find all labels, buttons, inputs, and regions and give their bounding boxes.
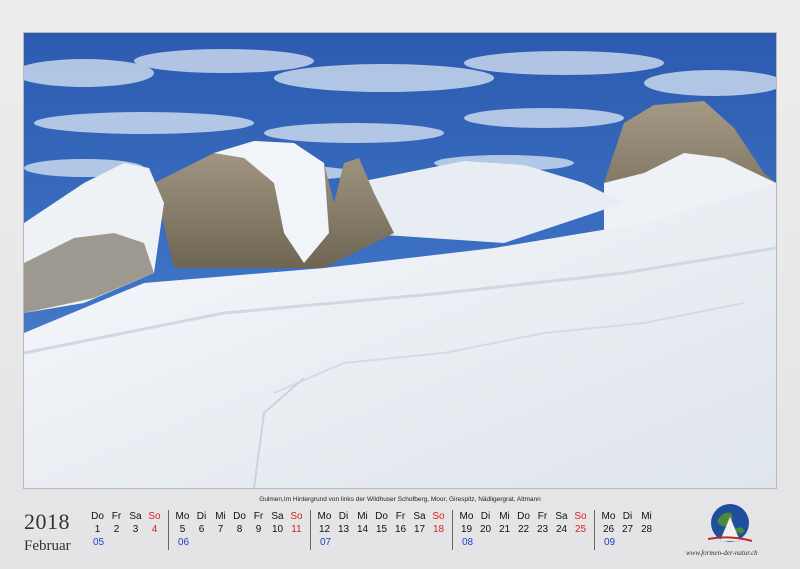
day-number: 13	[337, 524, 350, 535]
weekday-label: Mi	[215, 511, 226, 522]
week-number: 07	[320, 537, 332, 548]
landscape-photo	[24, 33, 776, 488]
day-number: 28	[640, 524, 653, 535]
day-number: 19	[460, 524, 473, 535]
day-number: 4	[151, 524, 158, 535]
weekday-label: Di	[196, 511, 207, 522]
day-number: 22	[517, 524, 530, 535]
weekday-label: Do	[517, 511, 530, 522]
globe-logo-icon	[705, 503, 755, 545]
weekday-label: Fr	[111, 511, 122, 522]
calendar-year: 2018	[24, 509, 70, 534]
weekday-label: Sa	[413, 511, 426, 522]
day-number: 17	[413, 524, 426, 535]
weekday-label: Sa	[271, 511, 284, 522]
day-number: 27	[621, 524, 634, 535]
weekday-label: Di	[622, 511, 633, 522]
calendar-week: Mo Di Mi Do Fr Sa So 5 6 7 8 9 10 11 06	[173, 510, 311, 550]
calendar-week: Mo Di Mi 26 27 28 09	[599, 510, 660, 550]
weekday-label: Mo	[601, 511, 616, 522]
day-number: 12	[318, 524, 331, 535]
day-number: 8	[236, 524, 243, 535]
weekday-label: So	[432, 511, 445, 522]
day-number: 24	[555, 524, 568, 535]
weekday-label: So	[290, 511, 303, 522]
day-number: 26	[602, 524, 615, 535]
day-number: 11	[291, 524, 302, 535]
calendar-week: Do Fr Sa So 1 2 3 4 05	[88, 510, 169, 550]
calendar-page: Gulmen,Im Hintergrund von links der Wild…	[0, 0, 800, 569]
calendar-week: Mo Di Mi Do Fr Sa So 19 20 21 22 23 24 25 08	[457, 510, 595, 550]
weekday-label: Mi	[499, 511, 510, 522]
calendar-week: Mo Di Mi Do Fr Sa So 12 13 14 15 16 17 18 07	[315, 510, 453, 550]
week-number: 06	[178, 537, 190, 548]
weekday-label: Mi	[357, 511, 368, 522]
weekday-label: Mo	[175, 511, 190, 522]
day-number: 15	[375, 524, 388, 535]
weekday-label: So	[148, 511, 161, 522]
week-number: 08	[462, 537, 474, 548]
weekday-label: Fr	[537, 511, 548, 522]
day-number: 14	[356, 524, 369, 535]
weekday-label: Mi	[641, 511, 652, 522]
weekday-label: Mo	[459, 511, 474, 522]
week-number: 05	[93, 537, 105, 548]
calendar-grid: Do Fr Sa So 1 2 3 4 05 Mo Di Mi Do Fr Sa So 5 6 7 8 9 10 11 06 M…	[88, 510, 664, 550]
day-number: 20	[479, 524, 492, 535]
day-number: 2	[113, 524, 120, 535]
snowy-mountains-image	[24, 33, 776, 488]
day-number: 7	[217, 524, 224, 535]
weekday-label: Fr	[253, 511, 264, 522]
photo-caption: Gulmen,Im Hintergrund von links der Wild…	[259, 496, 541, 503]
weekday-label: Di	[338, 511, 349, 522]
weekday-label: Do	[375, 511, 388, 522]
day-number: 3	[132, 524, 139, 535]
day-number: 10	[271, 524, 284, 535]
weekday-label: Di	[480, 511, 491, 522]
day-number: 1	[94, 524, 101, 535]
weekday-label: So	[574, 511, 587, 522]
weekday-label: Fr	[395, 511, 406, 522]
weekday-label: Mo	[317, 511, 332, 522]
day-number: 25	[574, 524, 587, 535]
day-number: 9	[255, 524, 262, 535]
weekday-label: Sa	[555, 511, 568, 522]
day-number: 16	[394, 524, 407, 535]
weekday-label: Do	[91, 511, 104, 522]
calendar-month: Februar	[24, 538, 71, 554]
website-url: www.formen-der-natur.ch	[686, 549, 758, 557]
day-number: 23	[536, 524, 549, 535]
weekday-label: Do	[233, 511, 246, 522]
weekday-label: Sa	[129, 511, 142, 522]
week-number: 09	[604, 537, 616, 548]
day-number: 18	[432, 524, 445, 535]
day-number: 21	[498, 524, 511, 535]
day-number: 6	[198, 524, 205, 535]
day-number: 5	[179, 524, 186, 535]
